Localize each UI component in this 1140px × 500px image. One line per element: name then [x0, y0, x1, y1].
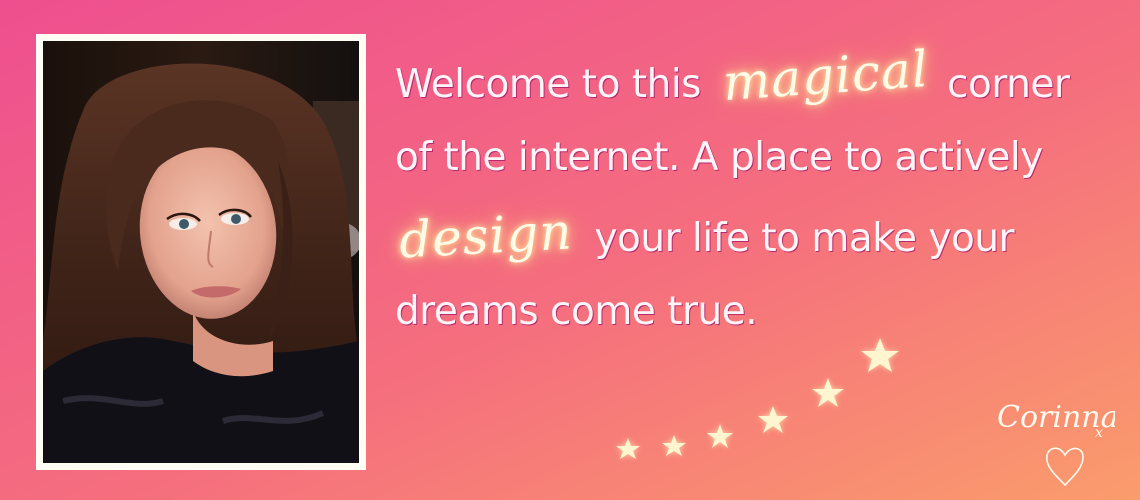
star-icon [616, 438, 640, 459]
message-line-1-after: corner [947, 62, 1070, 107]
star-icon [861, 338, 899, 372]
magical-script-word: magical [720, 39, 931, 113]
message-line-3: design your life to make your [395, 196, 1125, 273]
message-line-2: of the internet. A place to actively [395, 135, 1043, 180]
message-line-1-before: Welcome to this [395, 62, 702, 107]
heart-icon [1045, 447, 1084, 487]
star-icon [758, 406, 788, 433]
welcome-message: Welcome to this magical corner of the inte… [395, 40, 1125, 350]
star-icon [707, 424, 733, 448]
portrait-photo [43, 41, 359, 463]
star-icon [812, 378, 844, 407]
signature: Corinna x [997, 400, 1115, 487]
signature-suffix: x [1095, 425, 1103, 441]
design-script-word: design [397, 202, 574, 270]
welcome-banner: Welcome to this magical corner of the inte… [0, 0, 1140, 500]
portrait-illustration [43, 41, 359, 463]
star-icon [662, 435, 686, 456]
message-line-3-after: your life to make your [594, 216, 1015, 261]
photo-frame [36, 34, 366, 470]
message-line-1: Welcome to this magical corner [395, 40, 1125, 119]
stars-trail [616, 338, 899, 459]
